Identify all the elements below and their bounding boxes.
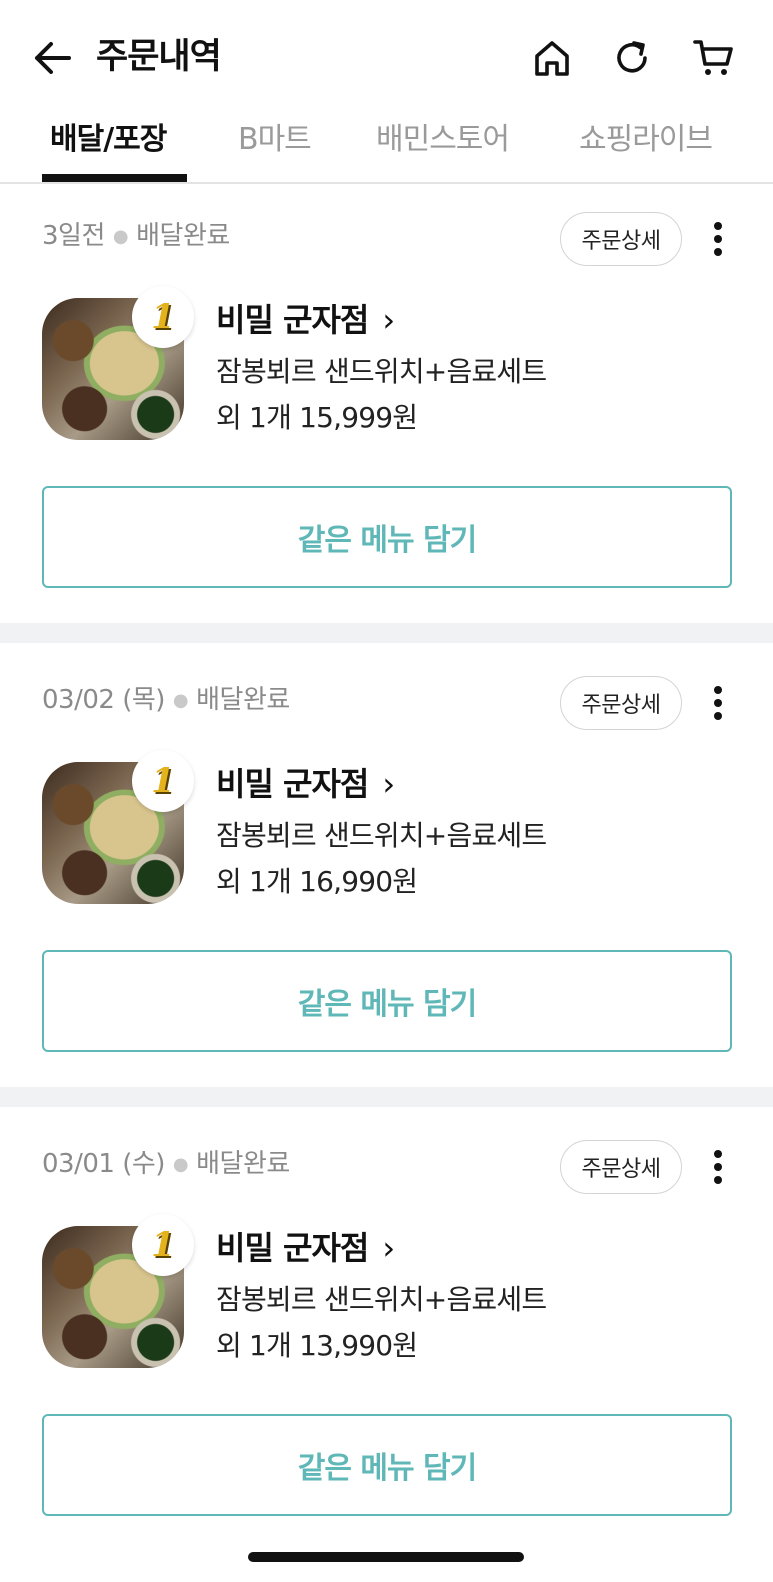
store-name: 비밀 군자점 <box>216 765 369 803</box>
order-meta: 03/01 (수) ● 배달완료 <box>42 1146 290 1183</box>
chevron-right-icon: › <box>382 301 395 339</box>
store-name-link[interactable]: 비밀 군자점 › <box>216 762 395 806</box>
rank-badge: 1 <box>132 750 194 812</box>
store-name: 비밀 군자점 <box>216 301 369 339</box>
rank-badge-number: 1 <box>151 1225 175 1265</box>
rank-badge-number: 1 <box>151 297 175 337</box>
order-meta: 03/02 (목) ● 배달완료 <box>42 682 290 719</box>
more-options-button[interactable] <box>700 680 736 726</box>
tab-bmart[interactable]: B마트 <box>238 120 312 160</box>
home-indicator[interactable] <box>248 1552 524 1562</box>
refresh-icon <box>617 41 647 73</box>
chevron-right-icon: › <box>382 1229 395 1267</box>
reorder-button[interactable]: 같은 메뉴 담기 <box>42 950 732 1052</box>
more-vertical-icon <box>714 1150 722 1184</box>
order-date: 03/01 (수) <box>42 1149 165 1179</box>
more-options-button[interactable] <box>700 1144 736 1190</box>
more-options-button[interactable] <box>700 216 736 262</box>
rank-badge: 1 <box>132 286 194 348</box>
order-detail-button[interactable]: 주문상세 <box>560 676 682 730</box>
reorder-button[interactable]: 같은 메뉴 담기 <box>42 1414 732 1516</box>
order-menu: 잠봉뵈르 샌드위치+음료세트 <box>216 355 547 388</box>
home-button[interactable] <box>528 34 576 82</box>
chevron-right-icon: › <box>382 765 395 803</box>
order-meta: 3일전 ● 배달완료 <box>42 218 230 255</box>
more-vertical-icon <box>714 222 722 256</box>
back-button[interactable] <box>30 36 74 80</box>
refresh-button[interactable] <box>608 34 656 82</box>
arrow-left-icon <box>35 42 71 74</box>
dot-separator: ● <box>172 1153 189 1175</box>
rank-badge: 1 <box>132 1214 194 1276</box>
tab-shopping-live[interactable]: 쇼핑라이브 <box>579 120 713 160</box>
order-price: 외 1개 16,990원 <box>216 865 418 898</box>
home-icon <box>535 41 569 76</box>
reorder-button[interactable]: 같은 메뉴 담기 <box>42 486 732 588</box>
order-date: 03/02 (목) <box>42 685 165 715</box>
cart-button[interactable] <box>690 34 738 82</box>
dot-separator: ● <box>172 689 189 711</box>
order-status: 배달완료 <box>196 1149 290 1179</box>
dot-separator: ● <box>112 225 129 247</box>
order-status: 배달완료 <box>196 685 290 715</box>
order-price: 외 1개 15,999원 <box>216 401 418 434</box>
order-card: 3일전 ● 배달완료 주문상세 1 비밀 군자점 › 잠봉뵈르 샌드위치+음료세트 외… <box>0 198 773 643</box>
order-card: 03/01 (수) ● 배달완료 주문상세 1 비밀 군자점 › 잠봉뵈르 샌드위치+… <box>0 1126 773 1571</box>
order-menu: 잠봉뵈르 샌드위치+음료세트 <box>216 1283 547 1316</box>
store-name-link[interactable]: 비밀 군자점 › <box>216 298 395 342</box>
store-name-link[interactable]: 비밀 군자점 › <box>216 1226 395 1270</box>
section-divider <box>0 623 773 643</box>
section-divider <box>0 1087 773 1107</box>
more-vertical-icon <box>714 686 722 720</box>
order-price: 외 1개 13,990원 <box>216 1329 418 1362</box>
active-tab-indicator <box>42 174 187 182</box>
order-status: 배달완료 <box>136 221 230 251</box>
order-card: 03/02 (목) ● 배달완료 주문상세 1 비밀 군자점 › 잠봉뵈르 샌드위치+… <box>0 662 773 1107</box>
cart-icon <box>693 40 733 75</box>
order-detail-button[interactable]: 주문상세 <box>560 212 682 266</box>
category-tabs: 배달/포장 B마트 배민스토어 쇼핑라이브 <box>0 112 773 184</box>
order-menu: 잠봉뵈르 샌드위치+음료세트 <box>216 819 547 852</box>
tab-baemin-store[interactable]: 배민스토어 <box>376 120 510 160</box>
store-name: 비밀 군자점 <box>216 1229 369 1267</box>
rank-badge-number: 1 <box>151 761 175 801</box>
order-date: 3일전 <box>42 221 105 251</box>
tab-delivery[interactable]: 배달/포장 <box>50 120 167 160</box>
page-title: 주문내역 <box>96 37 222 77</box>
order-detail-button[interactable]: 주문상세 <box>560 1140 682 1194</box>
app-header: 주문내역 <box>0 0 773 112</box>
